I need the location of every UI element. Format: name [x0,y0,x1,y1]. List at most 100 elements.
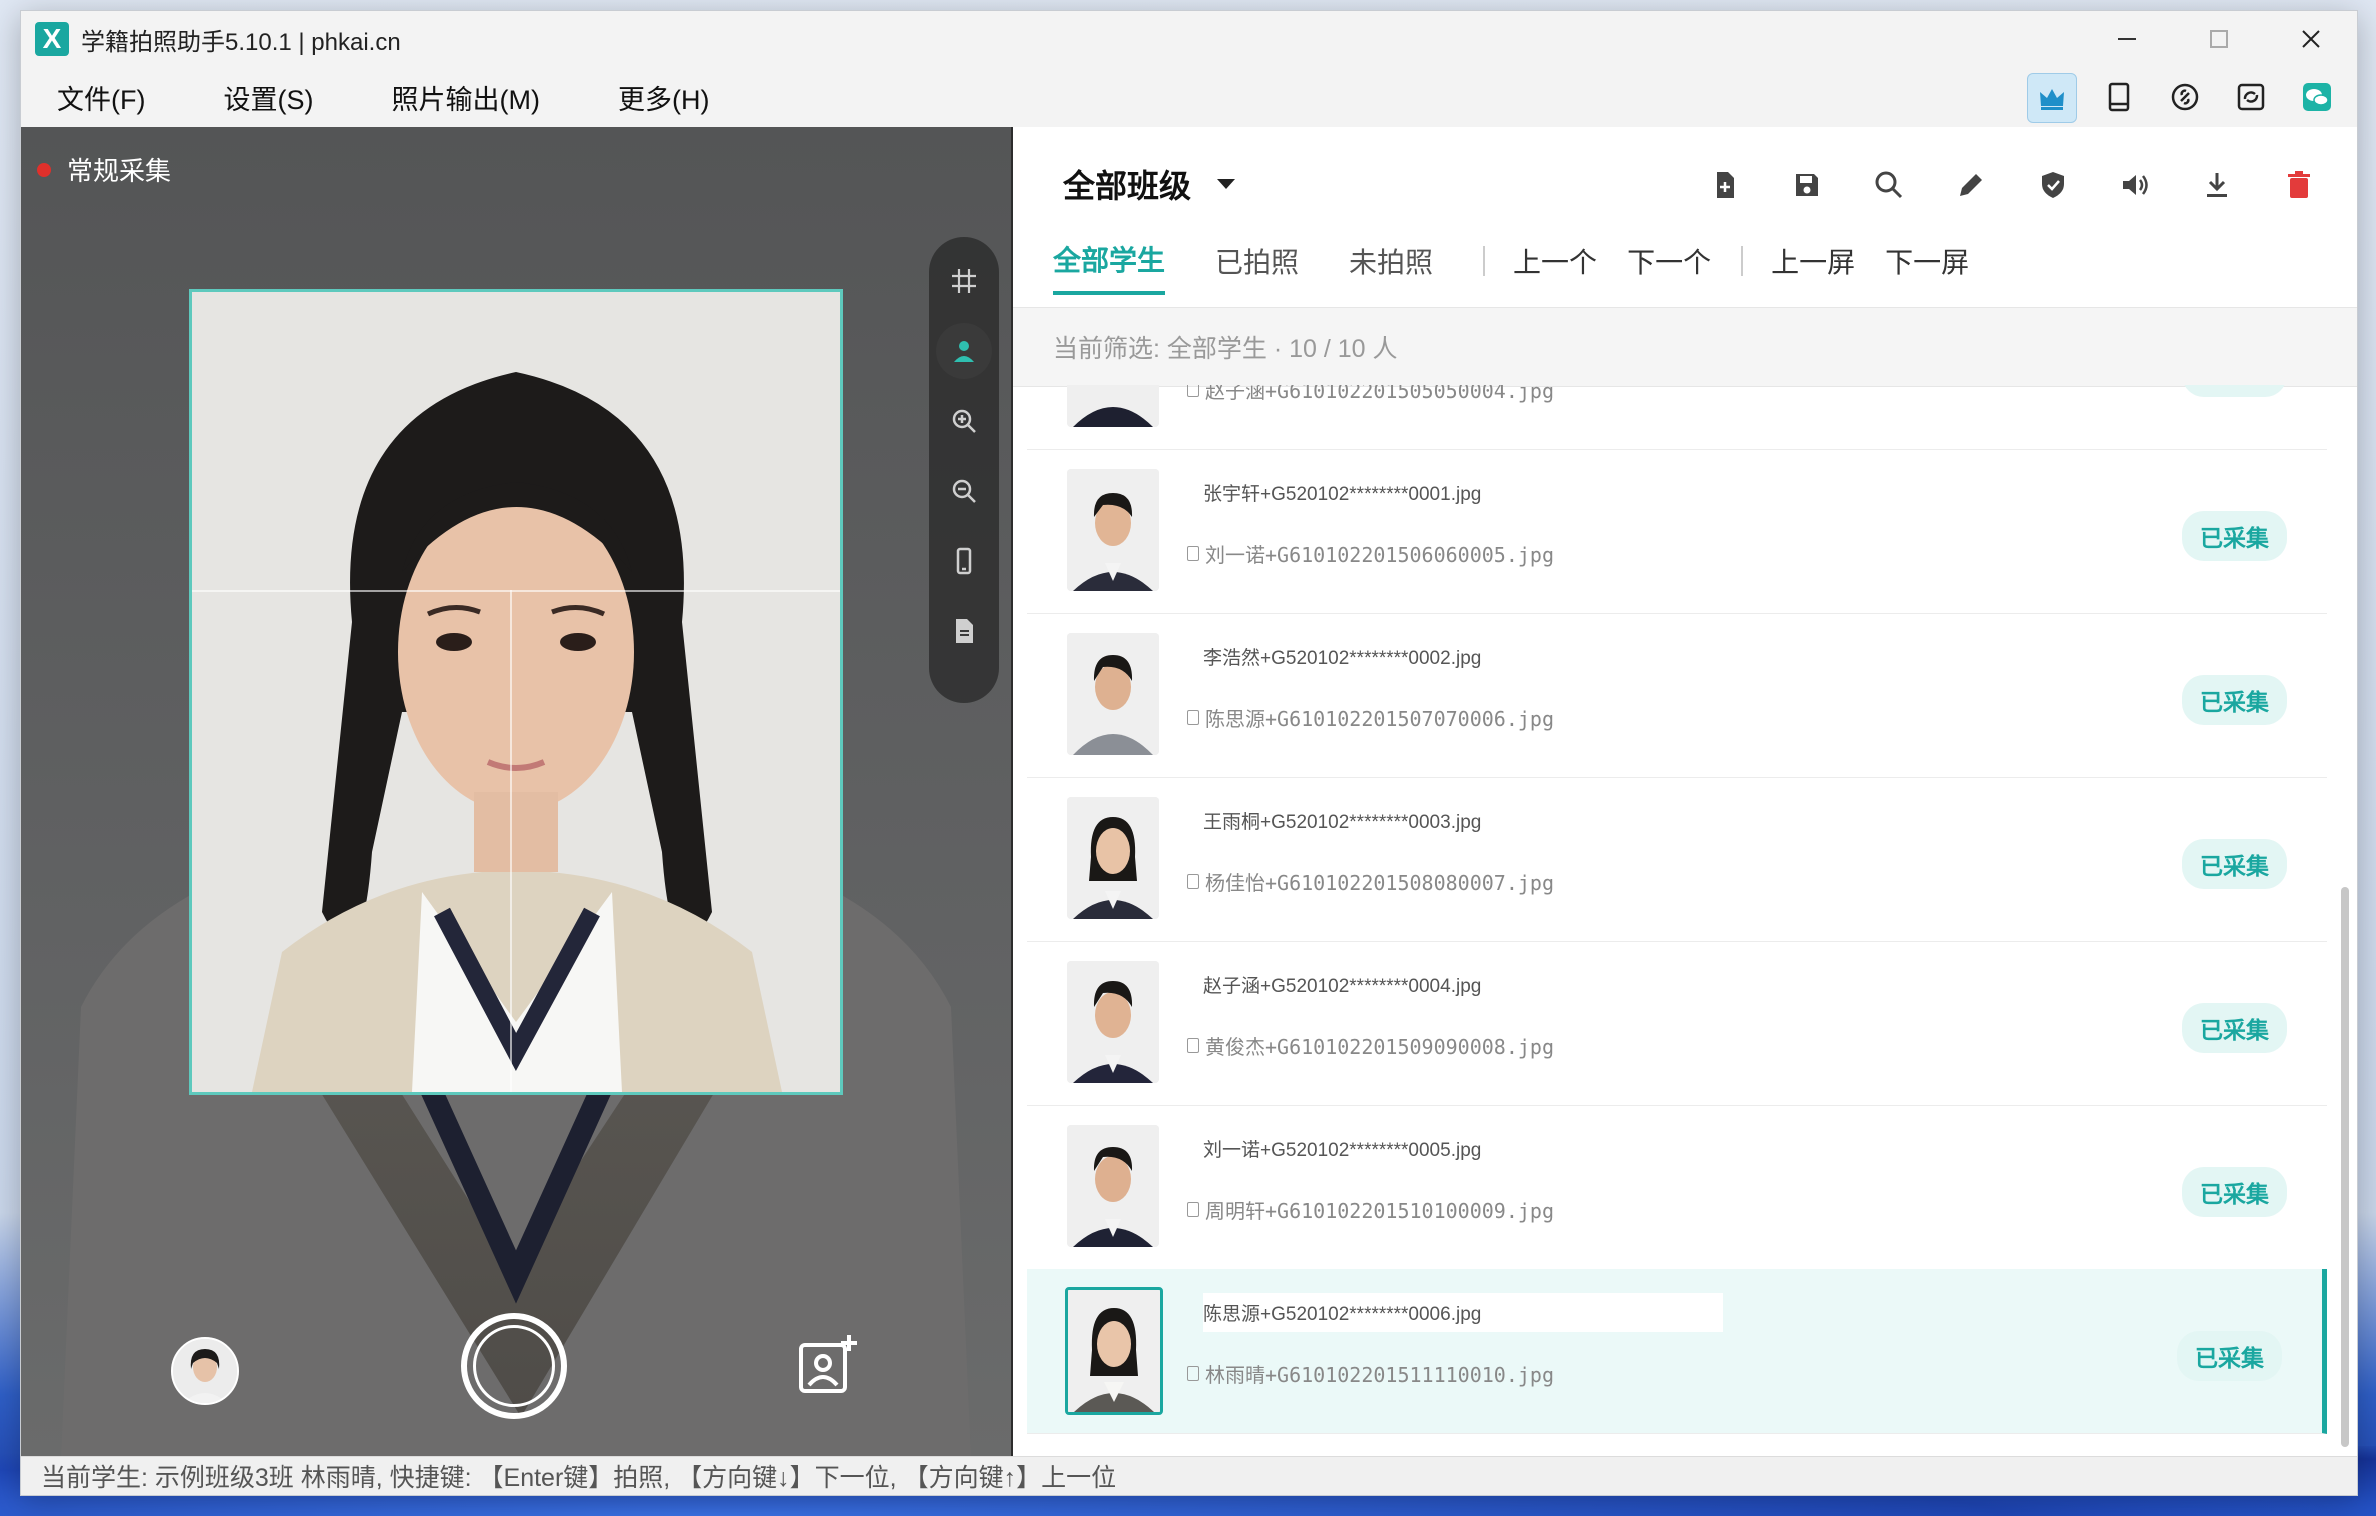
list-item[interactable]: 赵子涵+G520102********0004.jpg 黄俊杰+G6101022… [1027,941,2327,1106]
student-photo [1065,1287,1163,1415]
close-button[interactable] [2265,11,2357,67]
student-photo [1067,385,1159,427]
add-photo-icon[interactable] [793,1331,863,1401]
status-bar: 当前学生: 示例班级3班 林雨晴, 快捷键: 【Enter键】拍照, 【方向键↓… [21,1456,2357,1495]
volume-icon[interactable] [2113,163,2157,207]
download-icon[interactable] [2195,163,2239,207]
next-page-button[interactable]: 下一屏 [1885,241,1969,293]
file-name: 黄俊杰+G610102201509090008.jpg [1205,1035,1554,1059]
class-dropdown-label: 全部班级 [1063,168,1192,204]
file-name: 刘一诺+G610102201506060005.jpg [1205,543,1554,567]
app-logo: X [35,22,69,56]
zoom-out-icon[interactable] [936,463,992,519]
student-id: 赵子涵+G520102********0004.jpg [1203,976,1482,997]
guide-line-vertical [510,590,512,1092]
list-item[interactable]: 王雨桐+G520102********0003.jpg 杨佳怡+G6101022… [1027,777,2327,942]
nav-divider [1741,246,1744,276]
previous-page-button[interactable]: 上一屏 [1771,241,1855,293]
phone-icon[interactable] [936,533,992,589]
window-controls [2081,11,2357,67]
class-dropdown[interactable]: 全部班级 [1063,161,1236,207]
camera-preview: 常规采集 [21,127,1013,1457]
grid-icon[interactable] [936,253,992,309]
file-icon [1187,710,1199,725]
last-photo-thumbnail[interactable] [171,1337,239,1405]
tab-all-students[interactable]: 全部学生 [1053,239,1166,295]
tab-photographed[interactable]: 已拍照 [1215,241,1299,293]
student-list[interactable]: 赵子涵+G610102201505050004.jpg 已采集 张宇轩+G520… [1013,385,2327,1457]
student-panel: 全部班级 全部学生 已拍照 未拍照 上一个 下一个 上一屏 下一屏 当前筛选: … [1013,127,2357,1457]
tab-divider [1483,246,1486,276]
wechat-icon[interactable] [2293,73,2341,121]
list-scrollbar[interactable] [2341,887,2349,1447]
student-photo [1067,1125,1159,1247]
filter-status: 当前筛选: 全部学生 · 10 / 10 人 [1013,307,2357,387]
file-icon [1187,546,1199,561]
file-name: 周明轩+G610102201510100009.jpg [1205,1199,1554,1223]
shield-icon[interactable] [2031,163,2075,207]
menu-more[interactable]: 更多(H) [618,78,709,117]
student-id: 陈思源+G520102********0006.jpg [1203,1293,1723,1332]
subject-portrait [192,292,840,1092]
file-name: 杨佳怡+G610102201508080007.jpg [1205,871,1554,895]
menu-settings[interactable]: 设置(S) [223,78,313,117]
record-indicator [37,162,51,177]
title-bar: X 学籍拍照助手5.10.1 | phkai.cn [21,11,2357,67]
file-icon [1187,874,1199,889]
student-photo [1067,469,1159,591]
status-badge: 已采集 [2182,385,2287,397]
menu-file[interactable]: 文件(F) [57,78,145,117]
file-icon [1187,1202,1199,1217]
file-add-icon[interactable] [1703,163,1747,207]
student-photo [1067,797,1159,919]
tablet-icon[interactable] [2095,73,2143,121]
status-badge: 已采集 [2182,839,2287,889]
person-icon[interactable] [936,323,992,379]
next-button[interactable]: 下一个 [1627,241,1711,293]
student-id: 王雨桐+G520102********0003.jpg [1203,812,1482,833]
maximize-button[interactable] [2173,11,2265,67]
student-photo [1067,961,1159,1083]
capture-mode-label: 常规采集 [67,156,172,186]
file-name: 陈思源+G610102201507070006.jpg [1205,707,1554,731]
shutter-button[interactable] [461,1313,567,1419]
student-id: 刘一诺+G520102********0005.jpg [1203,1140,1482,1161]
app-window: X 学籍拍照助手5.10.1 | phkai.cn 文件(F) 设置(S) 照片… [20,10,2358,1496]
edit-icon[interactable] [1949,163,1993,207]
tab-not-photographed[interactable]: 未拍照 [1349,241,1433,293]
student-id: 李浩然+G520102********0002.jpg [1203,648,1482,669]
guide-line-horizontal [192,590,840,592]
delete-icon[interactable] [2277,163,2321,207]
filter-tabs: 全部学生 已拍照 未拍照 上一个 下一个 上一屏 下一屏 [1053,239,1999,295]
window-title: 学籍拍照助手5.10.1 | phkai.cn [81,28,401,56]
list-item-selected[interactable]: 陈思源+G520102********0006.jpg 林雨晴+G6101022… [1027,1269,2327,1434]
document-icon[interactable] [936,603,992,659]
status-badge: 已采集 [2182,675,2287,725]
status-badge: 已采集 [2177,1331,2282,1381]
link-icon[interactable] [2161,73,2209,121]
menu-bar: 文件(F) 设置(S) 照片输出(M) 更多(H) [21,67,2357,127]
file-icon [1187,385,1199,397]
list-item[interactable]: 李浩然+G520102********0002.jpg 陈思源+G6101022… [1027,613,2327,778]
status-badge: 已采集 [2182,511,2287,561]
save-icon[interactable] [1785,163,1829,207]
list-item[interactable]: 张宇轩+G520102********0001.jpg 刘一诺+G6101022… [1027,449,2327,614]
previous-button[interactable]: 上一个 [1513,241,1597,293]
minimize-button[interactable] [2081,11,2173,67]
student-id: 张宇轩+G520102********0001.jpg [1203,484,1482,505]
list-item[interactable]: 刘一诺+G520102********0005.jpg 周明轩+G6101022… [1027,1105,2327,1270]
camera-side-toolbar [929,237,999,703]
file-icon [1187,1366,1199,1381]
capture-mode: 常规采集 [37,151,171,188]
list-item[interactable]: 赵子涵+G610102201505050004.jpg 已采集 [1027,385,2327,450]
photo-frame[interactable] [189,289,843,1095]
sync-icon[interactable] [2227,73,2275,121]
search-icon[interactable] [1867,163,1911,207]
chevron-down-icon [1217,179,1236,189]
file-icon [1187,1038,1199,1053]
zoom-in-icon[interactable] [936,393,992,449]
crown-icon[interactable] [2027,73,2077,123]
action-toolbar [1703,163,2321,207]
menu-photo-output[interactable]: 照片输出(M) [391,78,539,117]
file-name: 林雨晴+G610102201511110010.jpg [1205,1363,1554,1387]
